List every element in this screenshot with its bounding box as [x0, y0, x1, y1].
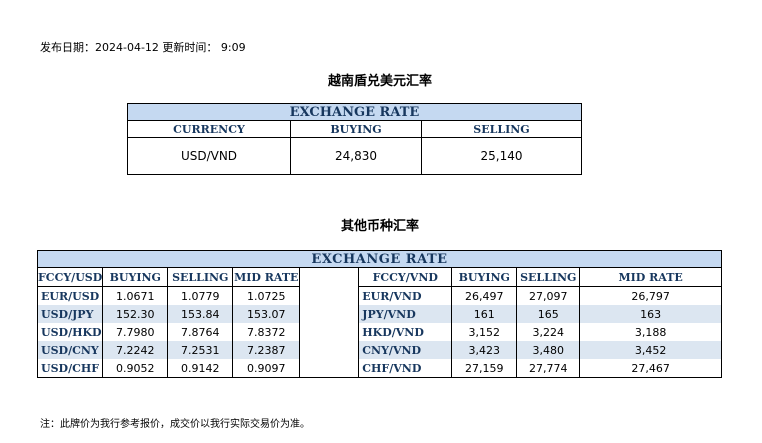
buying-cell: 1.0671: [102, 286, 169, 305]
gap-cell: [299, 305, 360, 323]
table-row: USD/VND 24,830 25,140: [127, 137, 582, 175]
gap-cell: [299, 323, 360, 341]
currency-cell: USD/VND: [127, 137, 291, 175]
mid-rate-cell: 27,467: [579, 359, 722, 378]
buying-cell: 152.30: [102, 305, 169, 323]
vnd-usd-rate-table: EXCHANGE RATE CURRENCY BUYING SELLING US…: [127, 103, 582, 175]
buying-cell: 7.7980: [102, 323, 169, 341]
mid-rate-cell: 7.2387: [232, 341, 301, 359]
pair-cell: CHF/VND: [358, 359, 453, 378]
pair-cell: USD/HKD: [36, 323, 104, 341]
buying-cell: 3,423: [451, 341, 518, 359]
buying-cell: 24,830: [290, 137, 422, 175]
column-header-selling: SELLING: [421, 120, 582, 138]
mid-rate-cell: 3,188: [579, 323, 722, 341]
buying-cell: 7.2242: [102, 341, 169, 359]
selling-cell: 27,774: [516, 359, 581, 378]
table-title: EXCHANGE RATE: [127, 103, 582, 121]
publish-date-line: 发布日期：2024-04-12 更新时间： 9:09: [40, 41, 246, 54]
column-header-fccy-usd: FCCY/USD: [36, 267, 104, 287]
column-header-buying: BUYING: [102, 267, 169, 287]
mid-rate-cell: 7.8372: [232, 323, 301, 341]
mid-rate-cell: 153.07: [232, 305, 301, 323]
gap-cell: [299, 341, 360, 359]
selling-cell: 3,224: [516, 323, 581, 341]
selling-cell: 153.84: [167, 305, 234, 323]
disclaimer-note: 注：此牌价为我行参考报价，成交价以我行实际交易价为准。: [40, 419, 310, 430]
selling-cell: 25,140: [421, 137, 582, 175]
buying-cell: 161: [451, 305, 518, 323]
selling-cell: 7.8764: [167, 323, 234, 341]
table-row: EUR/USD 1.0671 1.0779 1.0725 EUR/VND 26,…: [36, 286, 722, 305]
table-row: USD/CNY 7.2242 7.2531 7.2387 CNY/VND 3,4…: [36, 341, 722, 359]
pair-cell: EUR/VND: [358, 286, 453, 305]
column-header-selling: SELLING: [167, 267, 234, 287]
mid-rate-cell: 1.0725: [232, 286, 301, 305]
buying-cell: 0.9052: [102, 359, 169, 378]
selling-cell: 27,097: [516, 286, 581, 305]
pair-cell: USD/CHF: [36, 359, 104, 378]
selling-cell: 165: [516, 305, 581, 323]
table-row: USD/HKD 7.7980 7.8764 7.8372 HKD/VND 3,1…: [36, 323, 722, 341]
pair-cell: HKD/VND: [358, 323, 453, 341]
pair-cell: USD/CNY: [36, 341, 104, 359]
pair-cell: CNY/VND: [358, 341, 453, 359]
pair-cell: USD/JPY: [36, 305, 104, 323]
pair-cell: EUR/USD: [36, 286, 104, 305]
selling-cell: 3,480: [516, 341, 581, 359]
selling-cell: 7.2531: [167, 341, 234, 359]
gap-cell: [299, 286, 360, 305]
vnd-usd-section-title: 越南盾兑美元汇率: [327, 74, 432, 89]
column-gap: [299, 267, 360, 287]
buying-cell: 27,159: [451, 359, 518, 378]
column-header-mid-rate: MID RATE: [579, 267, 722, 287]
column-header-fccy-vnd: FCCY/VND: [358, 267, 453, 287]
column-header-currency: CURRENCY: [127, 120, 291, 138]
buying-cell: 26,497: [451, 286, 518, 305]
other-currencies-section-title: 其他币种汇率: [340, 219, 419, 234]
column-header-selling: SELLING: [516, 267, 581, 287]
buying-cell: 3,152: [451, 323, 518, 341]
table-row: USD/JPY 152.30 153.84 153.07 JPY/VND 161…: [36, 305, 722, 323]
selling-cell: 1.0779: [167, 286, 234, 305]
mid-rate-cell: 26,797: [579, 286, 722, 305]
table-row: USD/CHF 0.9052 0.9142 0.9097 CHF/VND 27,…: [36, 359, 722, 378]
other-currency-rate-table: EXCHANGE RATE FCCY/USD BUYING SELLING MI…: [36, 250, 722, 378]
mid-rate-cell: 0.9097: [232, 359, 301, 378]
column-header-mid-rate: MID RATE: [232, 267, 301, 287]
mid-rate-cell: 163: [579, 305, 722, 323]
mid-rate-cell: 3,452: [579, 341, 722, 359]
column-header-buying: BUYING: [451, 267, 518, 287]
column-header-buying: BUYING: [290, 120, 422, 138]
selling-cell: 0.9142: [167, 359, 234, 378]
pair-cell: JPY/VND: [358, 305, 453, 323]
table-title: EXCHANGE RATE: [37, 250, 722, 268]
gap-cell: [299, 359, 360, 378]
